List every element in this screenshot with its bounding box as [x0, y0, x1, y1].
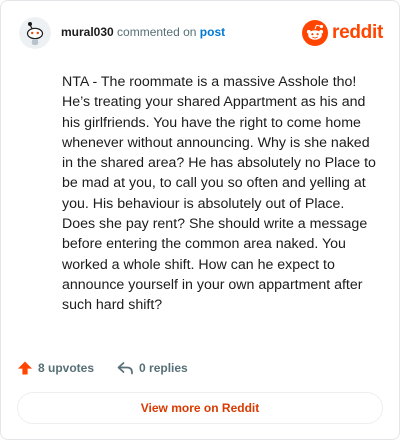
- replies-button[interactable]: 0 replies: [116, 360, 188, 376]
- commented-on-text: commented on: [117, 25, 197, 39]
- reddit-brand[interactable]: reddit: [302, 20, 383, 46]
- post-link[interactable]: post: [200, 25, 225, 39]
- comment-actions: 8 upvotes 0 replies: [17, 358, 188, 378]
- snoo-avatar-icon: [19, 17, 51, 49]
- reddit-logo-icon: [302, 20, 329, 46]
- user-avatar[interactable]: [19, 17, 51, 49]
- upvote-count: 8 upvotes: [38, 361, 95, 375]
- username-link[interactable]: mural030: [61, 25, 114, 39]
- upvote-arrow-icon: [18, 361, 32, 375]
- comment-body: NTA - The roommate is a massive Asshole …: [62, 74, 376, 314]
- reply-count: 0 replies: [139, 361, 188, 375]
- view-more-button[interactable]: View more on Reddit: [17, 392, 383, 424]
- reddit-wordmark: reddit: [332, 22, 383, 43]
- comment-meta: mural030 commented on post: [61, 25, 225, 39]
- reply-arrow-icon: [117, 362, 133, 375]
- comment-embed-card: mural030 commented on post reddit NTA - …: [0, 0, 400, 440]
- upvote-button[interactable]: 8 upvotes: [17, 360, 94, 376]
- comment-header: mural030 commented on post reddit: [19, 17, 383, 49]
